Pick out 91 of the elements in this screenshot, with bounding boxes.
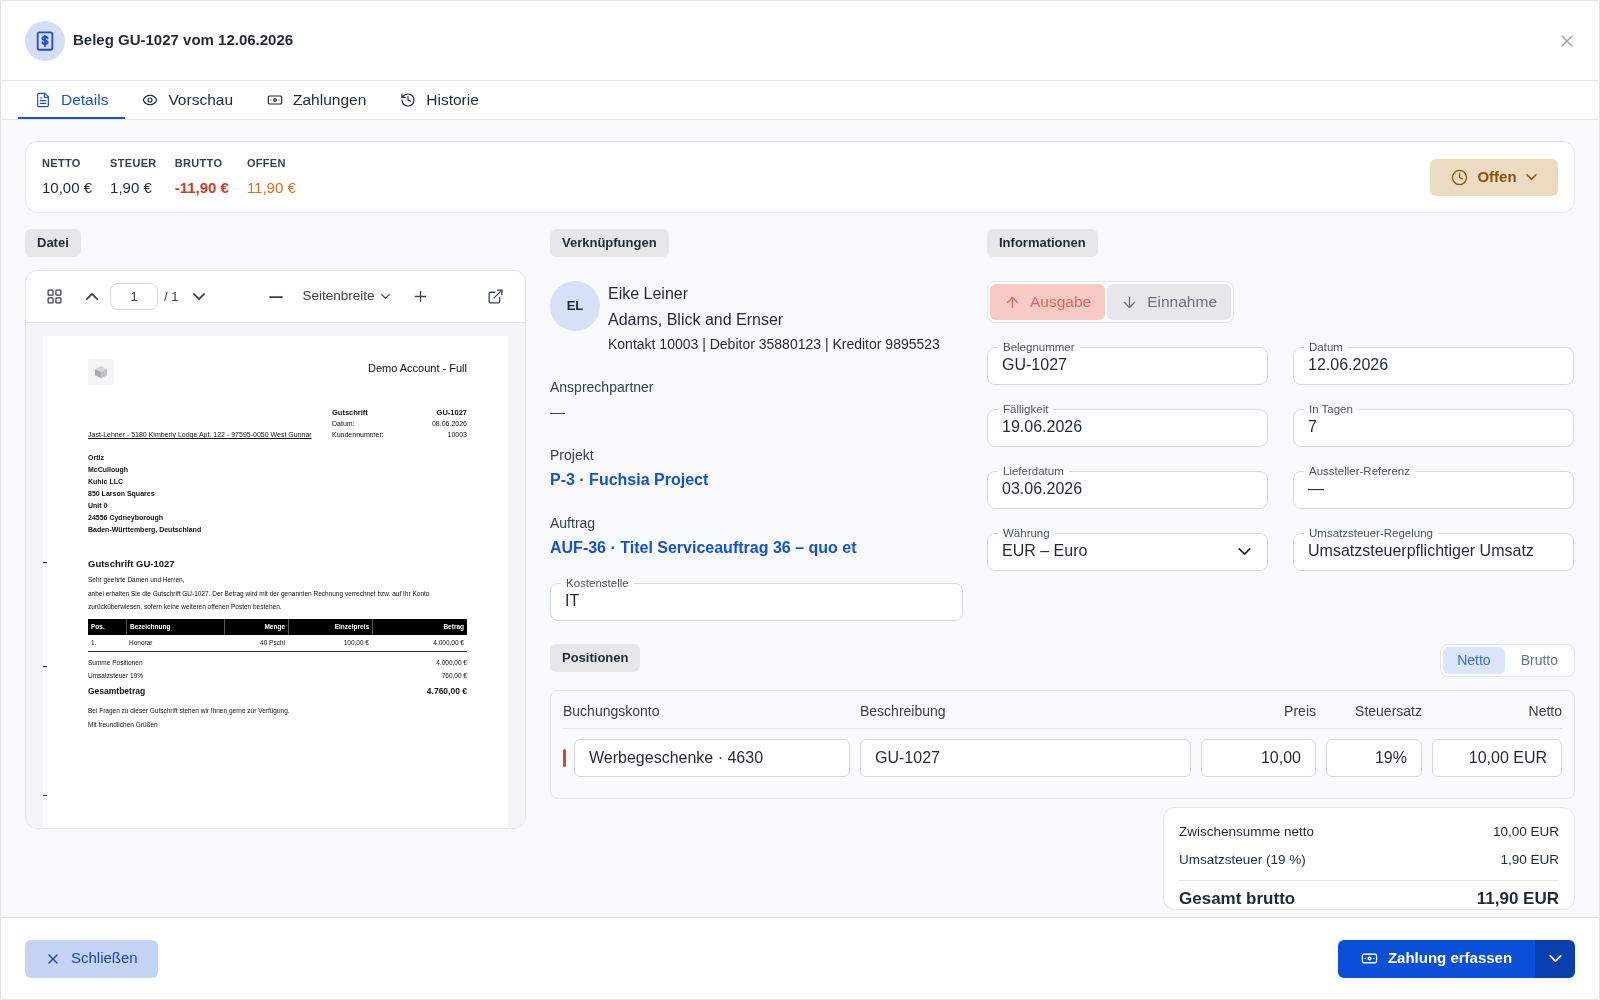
column-header: Netto	[1527, 702, 1562, 721]
field-label: Lieferdatum	[1002, 465, 1065, 477]
field-label: Währung	[1002, 527, 1051, 539]
total-value: 11,90 €	[246, 177, 296, 198]
page-input[interactable]: 1	[110, 283, 158, 310]
field-label: Belegnummer	[1002, 341, 1076, 353]
summary-value: 1,90 EUR	[1500, 851, 1559, 869]
cube-icon	[88, 359, 114, 385]
open-external-button[interactable]	[485, 286, 506, 307]
field-label: Datum	[1308, 341, 1344, 353]
column-header: Beschreibung	[860, 702, 947, 721]
input-field[interactable]: Umsatzsteuer-Regelung Umsatzsteuerpflichtiger Umsatz	[1293, 527, 1574, 571]
field-label: Kostenstelle	[565, 577, 630, 589]
record-payment-button[interactable]: Zahlung erfassen	[1338, 939, 1535, 978]
document-heading: Gutschrift GU-1027	[88, 557, 176, 571]
field-label: Auftrag	[550, 514, 596, 533]
total-label: NETTO	[42, 156, 82, 171]
external-link-icon	[487, 288, 504, 305]
total-label: OFFEN	[246, 156, 287, 171]
page-count: / 1	[164, 287, 179, 306]
input-field[interactable]: Belegnummer GU-1027	[987, 341, 1268, 385]
summary-value: 11,90 EUR	[1476, 889, 1559, 909]
project-link[interactable]: P-3 · Fuchsia Project	[550, 468, 709, 492]
field-label: In Tagen	[1308, 403, 1354, 415]
contact-company: Adams, Blick and Ernser	[608, 310, 785, 330]
total-value: -11,90 €	[174, 177, 229, 198]
total-label: Gesamtbetrag	[88, 685, 146, 698]
column-header: Steuersatz	[1354, 702, 1422, 721]
chevron-up-icon	[85, 293, 98, 300]
avatar: EL	[550, 281, 600, 331]
input-field[interactable]: Aussteller-Referenz —	[1293, 465, 1574, 509]
input-field[interactable]: 10,00 EUR	[1432, 739, 1562, 777]
contact-name: Eike Leiner	[608, 284, 690, 304]
input-field[interactable]: 19%	[1326, 739, 1422, 777]
thumbnails-button[interactable]	[44, 286, 65, 307]
zoom-dropdown[interactable]: Seitenbreite	[302, 286, 390, 307]
input-field[interactable]: 10,00	[1201, 739, 1316, 777]
input-field[interactable]: Datum 12.06.2026	[1293, 341, 1574, 385]
tab[interactable]: Historie	[383, 81, 496, 119]
input-field[interactable]: Fälligkeit 19.06.2026	[987, 403, 1268, 447]
input-field[interactable]: Kostenstelle IT	[550, 577, 963, 621]
chevron-down-icon	[1238, 547, 1251, 555]
field-label: Ansprechpartner	[550, 378, 654, 397]
field-label: Umsatzsteuer-Regelung	[1308, 527, 1434, 539]
document-icon	[35, 92, 51, 108]
summary-label: Gesamt brutto	[1179, 889, 1296, 909]
summary-label: Umsatzsteuer (19 %)	[1179, 851, 1306, 869]
company-name: Demo Account - Full	[367, 361, 467, 376]
section-heading: Verknüpfungen	[550, 229, 669, 257]
input-field[interactable]: Lieferdatum 03.06.2026	[987, 465, 1268, 509]
total-value: 1,90 €	[110, 177, 153, 198]
select-field[interactable]: Währung EUR – Euro	[987, 527, 1268, 571]
chevron-down-icon	[1548, 955, 1562, 962]
minus-icon	[268, 295, 283, 298]
chevron-down-icon	[1525, 174, 1537, 180]
dropdown-button[interactable]	[1535, 939, 1575, 978]
toggle-option[interactable]: Netto	[1443, 647, 1505, 674]
column-header: Preis	[1283, 702, 1316, 721]
receipt-icon	[25, 20, 65, 61]
input-field[interactable]: GU-1027	[860, 739, 1191, 777]
section-heading: Datei	[25, 229, 81, 257]
tab[interactable]: Zahlungen	[250, 81, 384, 119]
chevron-down-icon	[380, 294, 390, 299]
total-label: BRUTTO	[174, 156, 224, 171]
banknote-icon	[267, 92, 284, 108]
summary-value: 10,00 EUR	[1492, 823, 1559, 841]
field-label: Aussteller-Referenz	[1308, 465, 1411, 477]
total-value: 10,00 €	[42, 177, 93, 198]
field-label: Projekt	[550, 446, 594, 465]
clock-icon	[1451, 168, 1469, 186]
section-heading: Informationen	[987, 229, 1098, 257]
column-header: Buchungskonto	[563, 702, 661, 721]
total-label: STEUER	[110, 156, 157, 171]
input-field[interactable]: In Tagen 7	[1293, 403, 1574, 447]
chevron-down-icon	[192, 293, 205, 300]
history-icon	[400, 92, 417, 108]
order-link[interactable]: AUF-36 · Titel Serviceauftrag 36 – quo et	[550, 536, 857, 560]
eye-icon	[142, 92, 159, 108]
toggle-option[interactable]: Einnahme	[1107, 284, 1231, 320]
grid-icon	[46, 288, 63, 305]
contact-ids: Kontakt 10003 | Debitor 35880123 | Kreditor 9895523	[608, 335, 940, 354]
close-dialog-button[interactable]: Schließen	[25, 939, 158, 978]
dialog-title: Beleg GU-1027 vom 12.06.2026	[73, 30, 294, 51]
status-dropdown[interactable]: Offen	[1430, 158, 1558, 196]
field-value: —	[550, 402, 565, 422]
tab[interactable]: Vorschau	[125, 81, 251, 119]
input-field[interactable]: Werbegeschenke · 4630	[574, 739, 850, 777]
total-value: 4.760,00 €	[426, 685, 467, 698]
summary-label: Zwischensumme netto	[1179, 823, 1315, 841]
field-label: Fälligkeit	[1002, 403, 1050, 415]
section-heading: Positionen	[550, 644, 641, 672]
